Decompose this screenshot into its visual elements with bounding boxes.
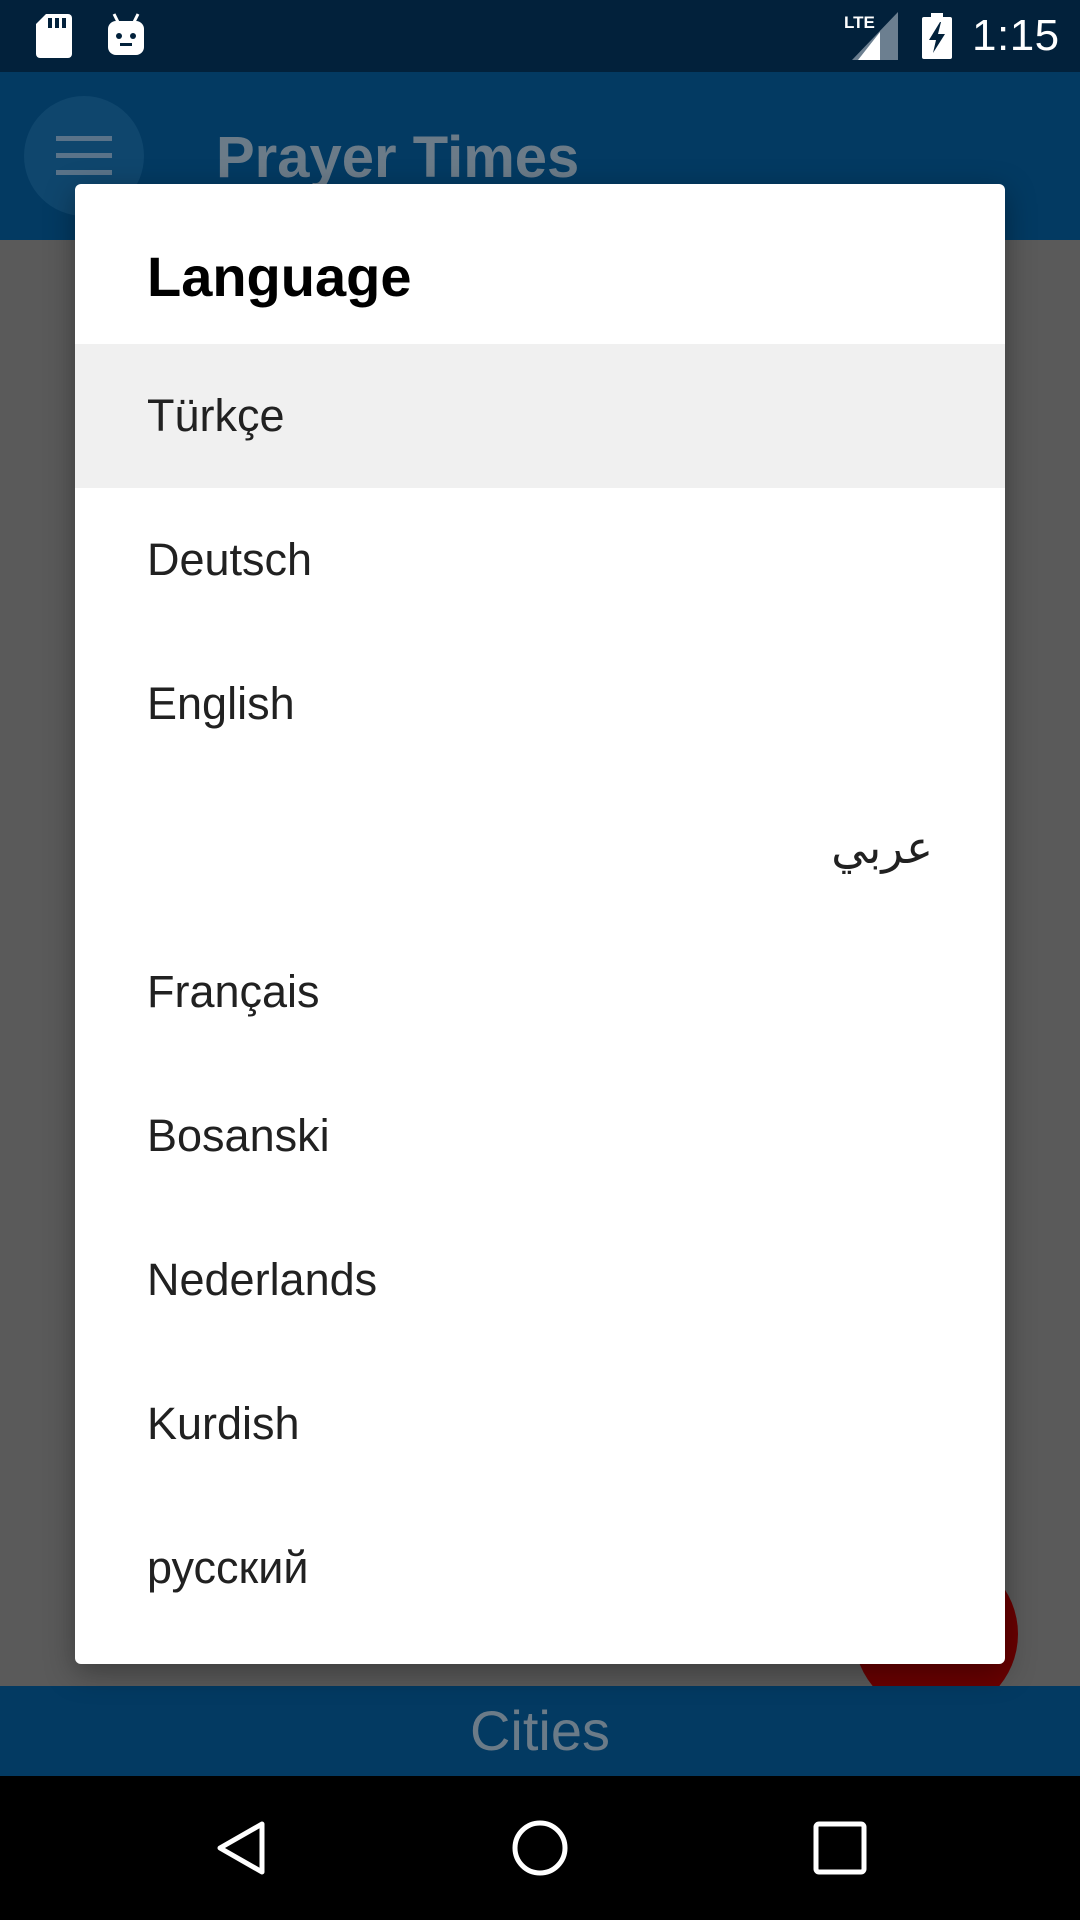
language-item-turkce[interactable]: Türkçe (75, 344, 1005, 488)
lte-signal-icon: LTE (844, 12, 898, 60)
navigation-bar (0, 1776, 1080, 1920)
language-item-francais[interactable]: Français (75, 920, 1005, 1064)
status-bar: LTE 1:15 (0, 0, 1080, 72)
sd-card-icon (36, 14, 72, 58)
hamburger-menu-icon (56, 136, 112, 175)
language-list: Türkçe Deutsch English عربي Français Bos… (75, 344, 1005, 1640)
language-item-english[interactable]: English (75, 632, 1005, 776)
language-item-kurdish[interactable]: Kurdish (75, 1352, 1005, 1496)
bottom-tab-label: Cities (469, 1699, 611, 1762)
back-icon (217, 1821, 265, 1875)
language-item-deutsch[interactable]: Deutsch (75, 488, 1005, 632)
language-item-arabic[interactable]: عربي (75, 776, 1005, 920)
recents-button[interactable] (750, 1776, 930, 1920)
language-item-nederlands[interactable]: Nederlands (75, 1208, 1005, 1352)
back-button[interactable] (152, 1776, 332, 1920)
dialog-title: Language (147, 245, 412, 308)
app-title: Prayer Times (216, 125, 580, 190)
status-clock: 1:15 (972, 11, 1060, 60)
recents-icon (813, 1821, 867, 1875)
language-item-bosanski[interactable]: Bosanski (75, 1064, 1005, 1208)
home-icon (512, 1820, 568, 1876)
lte-label: LTE (844, 13, 875, 32)
home-button[interactable] (450, 1776, 630, 1920)
battery-charging-icon (922, 13, 952, 59)
language-dialog: Language Türkçe Deutsch English عربي Fra… (75, 184, 1005, 1664)
language-item-russian[interactable]: русский (75, 1496, 1005, 1640)
bottom-tab-cities[interactable]: Cities (0, 1686, 1080, 1776)
screen: LTE 1:15 Prayer Times Cities Language Tü… (0, 0, 1080, 1920)
android-icon (108, 13, 144, 55)
